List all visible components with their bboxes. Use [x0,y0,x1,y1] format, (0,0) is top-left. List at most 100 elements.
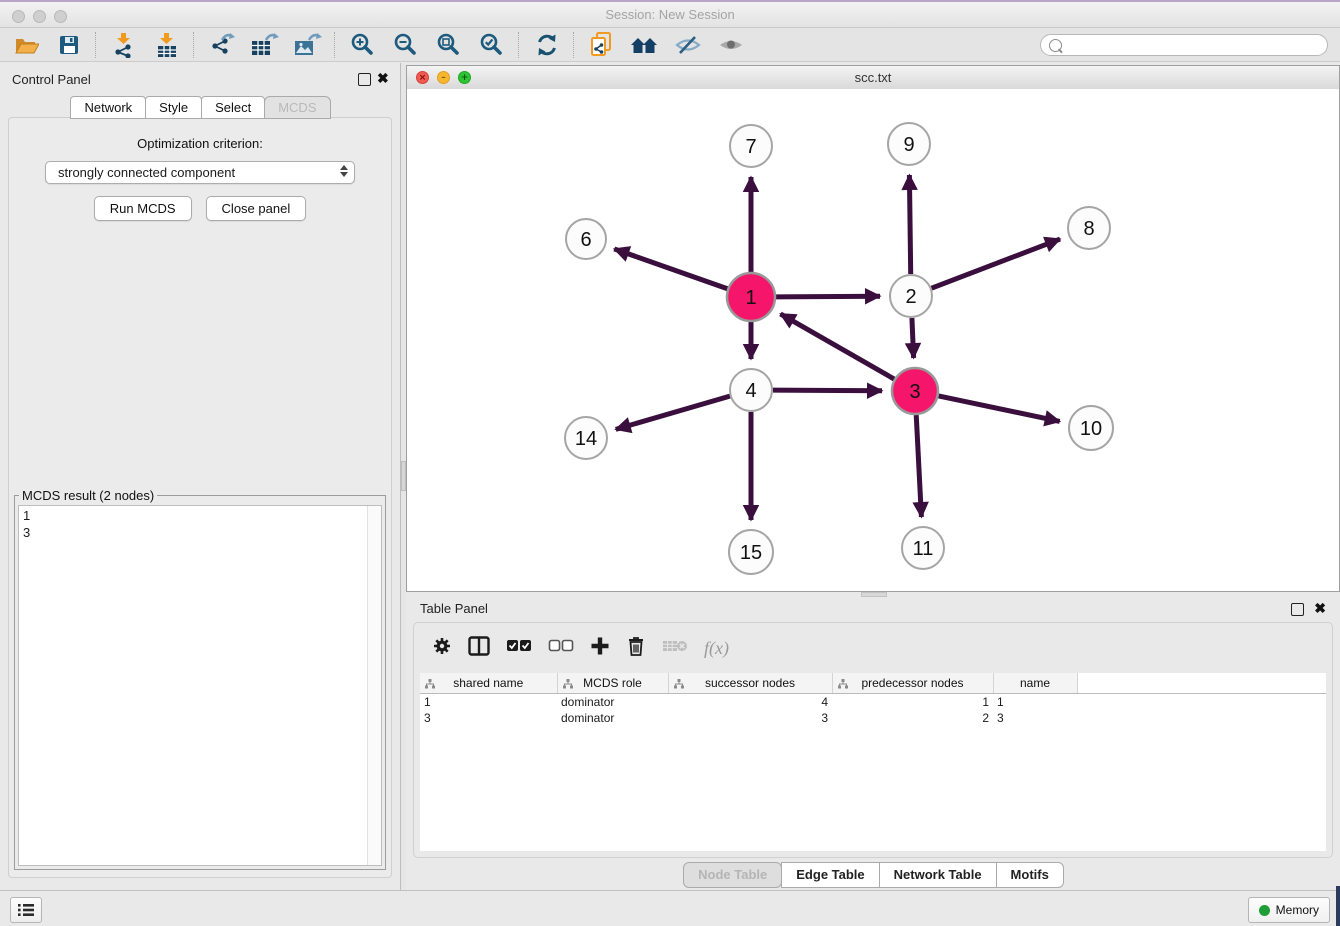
mcds-result-title: MCDS result (2 nodes) [19,488,157,503]
edge-2-9[interactable] [909,175,910,274]
tab-style[interactable]: Style [145,96,202,119]
home-layout-icon[interactable] [623,29,666,61]
node-14[interactable]: 14 [565,417,607,459]
zoom-selected-icon[interactable] [470,29,513,61]
tab-select[interactable]: Select [201,96,265,119]
list-icon [17,903,35,917]
node-7[interactable]: 7 [730,125,772,167]
import-network-icon[interactable] [102,29,145,61]
node-1[interactable]: 1 [727,273,775,321]
edge-4-14[interactable] [616,396,730,429]
deselect-all-icon[interactable] [548,639,574,658]
svg-text:7: 7 [745,136,756,158]
close-table-panel-icon[interactable]: ✖ [1314,600,1326,617]
float-table-panel-icon[interactable] [1291,603,1304,616]
optimization-criterion-select[interactable]: strongly connected component [45,161,355,184]
table-panel-title: Table Panel [420,601,488,616]
table-row[interactable]: 1 dominator 4 1 1 [420,694,1326,711]
close-panel-icon[interactable]: ✖ [377,70,389,87]
node-3[interactable]: 3 [892,368,938,414]
table-row[interactable]: 3 dominator 3 2 3 [420,710,1326,726]
save-session-icon[interactable] [47,29,90,61]
tab-network-table[interactable]: Network Table [879,862,997,888]
settings-gear-icon[interactable] [432,636,452,661]
zoom-in-icon[interactable] [341,29,384,61]
edge-2-3[interactable] [912,318,914,358]
network-canvas[interactable]: 1 2 3 4 6 7 8 9 10 11 14 15 [407,89,1339,591]
edge-3-11[interactable] [916,415,921,517]
tab-edge-table[interactable]: Edge Table [781,862,879,888]
column-header-mcds-role[interactable]: MCDS role [557,673,668,694]
task-history-button[interactable] [10,897,42,923]
column-header-successor-nodes[interactable]: successor nodes [668,673,832,694]
svg-text:3: 3 [909,381,920,403]
tab-motifs[interactable]: Motifs [996,862,1064,888]
import-table-icon[interactable] [145,29,188,61]
node-4[interactable]: 4 [730,369,772,411]
search-icon [1049,39,1062,52]
memory-button[interactable]: Memory [1248,897,1330,923]
export-network-icon[interactable] [200,29,243,61]
app-titlebar: Session: New Session [0,0,1340,28]
edge-3-1[interactable] [780,314,894,379]
edge-2-8[interactable] [932,239,1060,288]
toolbar-separator [573,32,575,58]
toolbar-separator [334,32,336,58]
window-title: Session: New Session [0,7,1340,22]
column-type-icon [674,678,684,692]
svg-text:15: 15 [740,542,762,564]
node-table[interactable]: shared name MCDS role successor nodes pr… [420,673,1326,851]
delete-column-icon[interactable] [626,635,646,662]
split-columns-icon[interactable] [468,636,490,661]
tab-node-table[interactable]: Node Table [683,862,782,888]
memory-status-icon [1259,905,1270,916]
edge-3-10[interactable] [938,396,1059,421]
export-image-icon[interactable] [286,29,329,61]
export-table-icon[interactable] [243,29,286,61]
mcds-result-text[interactable]: 1 3 [18,505,382,866]
table-toolbar: f(x) [420,629,1326,667]
edge-1-2[interactable] [776,296,880,297]
network-window-titlebar[interactable]: × – + scc.txt [407,66,1339,90]
clone-network-icon[interactable] [580,29,623,61]
scrollbar[interactable] [367,506,381,865]
search-input[interactable] [1067,37,1327,53]
table-header-row[interactable]: shared name MCDS role successor nodes pr… [420,673,1326,694]
mcds-result-group: MCDS result (2 nodes) 1 3 [14,488,386,870]
show-all-icon[interactable] [709,29,752,61]
node-15[interactable]: 15 [729,530,773,574]
node-11[interactable]: 11 [902,527,944,569]
column-type-icon [838,678,848,692]
delete-table-icon [662,638,688,659]
column-header-shared-name[interactable]: shared name [420,673,557,694]
optimization-criterion-label: Optimization criterion: [9,136,391,151]
float-panel-icon[interactable] [358,73,371,86]
node-2[interactable]: 2 [890,275,932,317]
node-10[interactable]: 10 [1069,406,1113,450]
node-6[interactable]: 6 [566,219,606,259]
node-9[interactable]: 9 [888,123,930,165]
zoom-out-icon[interactable] [384,29,427,61]
search-box[interactable] [1040,34,1328,56]
hide-selected-icon[interactable] [666,29,709,61]
node-8[interactable]: 8 [1068,207,1110,249]
edge-1-6[interactable] [614,249,727,289]
memory-label: Memory [1276,903,1319,917]
column-header-name[interactable]: name [993,673,1077,694]
open-session-icon[interactable] [4,29,47,61]
column-header-predecessor-nodes[interactable]: predecessor nodes [832,673,993,694]
refresh-icon[interactable] [525,29,568,61]
header-filler [1077,673,1326,694]
select-all-icon[interactable] [506,639,532,658]
network-view-window: × – + scc.txt 1 2 3 4 6 7 8 9 10 11 14 15 [406,65,1340,592]
control-panel-tabs: Network Style Select MCDS [0,96,400,119]
close-panel-button[interactable]: Close panel [206,196,307,221]
run-mcds-button[interactable]: Run MCDS [94,196,192,221]
edge-4-3[interactable] [773,390,882,391]
zoom-fit-icon[interactable] [427,29,470,61]
add-column-icon[interactable] [590,636,610,661]
main-toolbar [0,28,1340,62]
network-graph[interactable]: 1 2 3 4 6 7 8 9 10 11 14 15 [407,89,1339,591]
tab-network[interactable]: Network [70,96,146,119]
tab-mcds[interactable]: MCDS [264,96,330,119]
